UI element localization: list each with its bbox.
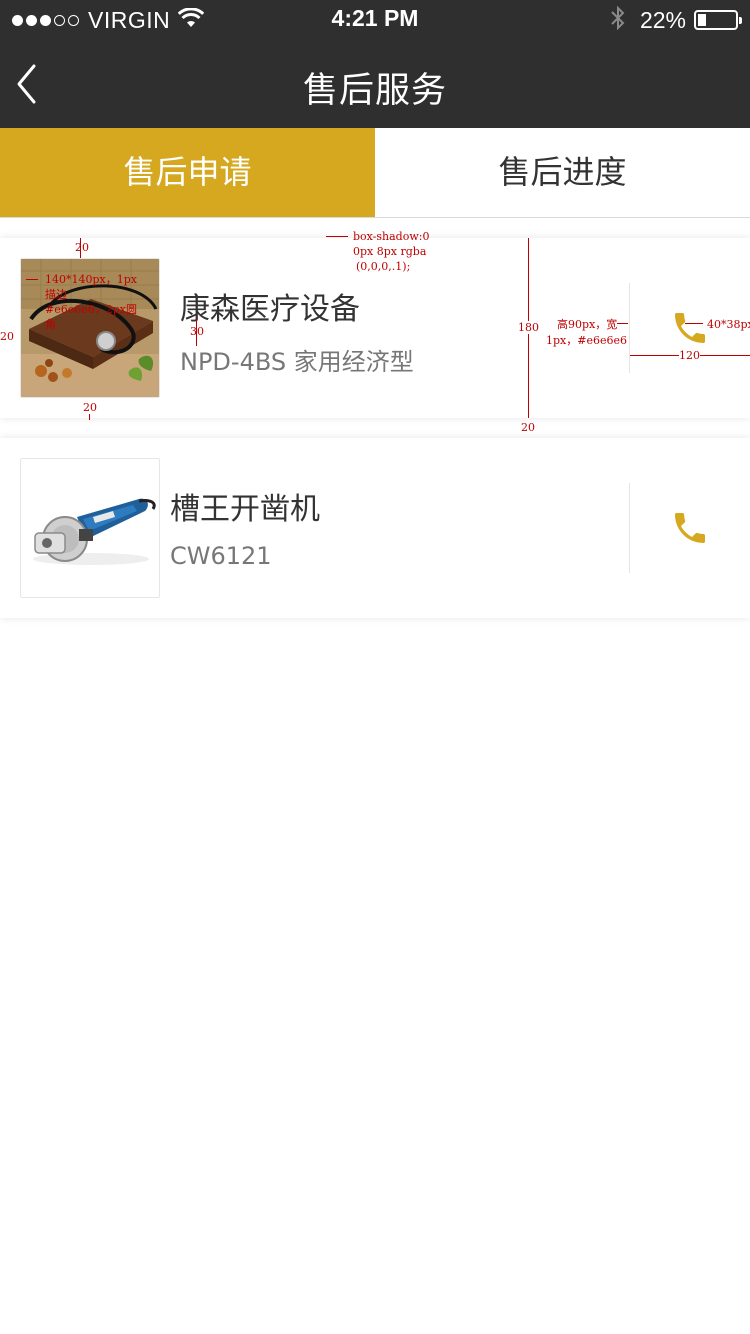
anno-margin-top: 20 (75, 241, 89, 254)
page-title: 售后服务 (302, 71, 447, 111)
anno-shadow-2: 0px 8px rgba (353, 245, 427, 258)
anno-thumb-spec-3: #e6e6e6，2px圆 (45, 303, 137, 316)
anno-row-gap: 20 (521, 421, 535, 434)
anno-margin-bottom: 20 (83, 401, 97, 414)
anno-margin-left: 20 (0, 330, 14, 343)
app-screen: VIRGIN 4:21 PM 22% 售后服务 售后申请 售后进度 康森医疗设备… (0, 0, 750, 1334)
anno-icon-area: 120 (679, 349, 700, 362)
anno-line (617, 323, 628, 324)
status-right-group: 22% (610, 5, 742, 35)
anno-shadow-3: (0,0,0,.1); (356, 260, 411, 273)
anno-text-gap: 30 (190, 325, 204, 338)
anno-divider-2: 1px，#e6e6e6 (546, 334, 627, 347)
tab-after-sales-progress[interactable]: 售后进度 (375, 128, 750, 217)
tab-after-sales-apply[interactable]: 售后申请 (0, 128, 375, 217)
product-list: 康森医疗设备 NPD-4BS 家用经济型 槽王开凿机 CW6121 (0, 238, 750, 638)
anno-thumb-spec-4: 角 (45, 318, 56, 331)
tab-bar: 售后申请 售后进度 (0, 128, 750, 218)
item-title: 槽王开凿机 (170, 492, 320, 527)
call-button[interactable] (670, 508, 710, 548)
product-image-grooving-machine (20, 458, 160, 598)
status-bar: VIRGIN 4:21 PM 22% (0, 0, 750, 40)
anno-divider-1: 高90px，宽 (557, 318, 618, 331)
item-divider (629, 283, 630, 373)
anno-line (685, 323, 703, 324)
list-item[interactable]: 槽王开凿机 CW6121 (0, 438, 750, 618)
anno-line (89, 414, 90, 420)
item-title: 康森医疗设备 (180, 292, 360, 327)
anno-line (26, 279, 38, 280)
item-divider (629, 483, 630, 573)
anno-shadow-1: box-shadow:0 (353, 230, 430, 243)
item-model: CW6121 (170, 542, 272, 570)
anno-line (326, 236, 348, 237)
nav-bar: 售后服务 (0, 40, 750, 128)
phone-icon (675, 513, 705, 543)
anno-thumb-spec-1: 140*140px，1px (45, 273, 137, 286)
anno-thumb-spec-2: 描边 (45, 288, 67, 301)
phone-icon (675, 313, 705, 343)
bluetooth-icon (610, 5, 626, 35)
anno-row-height: 180 (518, 321, 539, 334)
anno-icon-size: 40*38px (707, 318, 750, 331)
battery-percent: 22% (639, 6, 686, 33)
battery-fill (698, 14, 706, 26)
item-model: NPD-4BS 家用经济型 (180, 348, 414, 376)
battery-icon (694, 10, 742, 30)
call-button[interactable] (670, 308, 710, 348)
